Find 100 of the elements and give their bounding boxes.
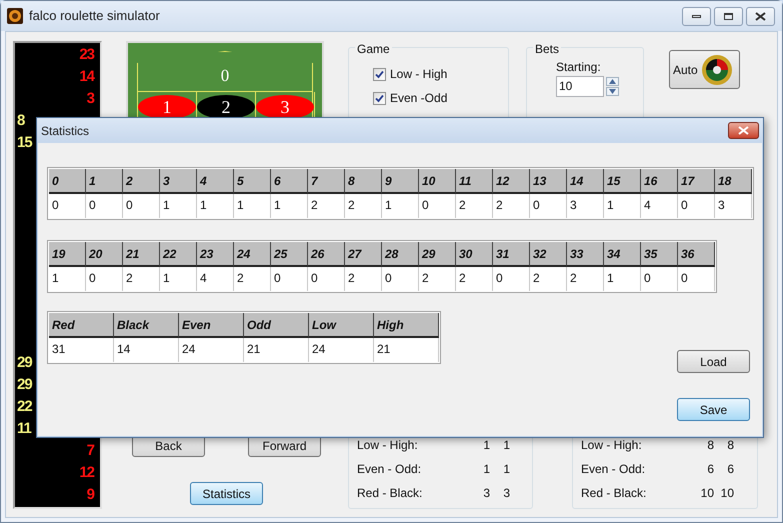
column-header: 5	[234, 169, 271, 194]
table-cell: 0	[308, 267, 345, 291]
column-header: 8	[345, 169, 382, 194]
history-number: 15	[17, 133, 32, 153]
table-cell: 1	[160, 267, 197, 291]
table-cell: 2	[493, 194, 530, 218]
maximize-button[interactable]	[714, 6, 743, 26]
table-cell: 1	[271, 194, 308, 218]
column-header: Black	[114, 313, 179, 338]
close-icon	[738, 126, 749, 135]
column-header: High	[374, 313, 439, 338]
table-cell: 2	[419, 267, 456, 291]
stat-label: Red - Black:	[581, 485, 648, 502]
column-header: 1	[86, 169, 123, 194]
column-header: 17	[678, 169, 715, 194]
zero-label: 0	[220, 64, 230, 87]
table-cell: 0	[86, 194, 123, 218]
column-header: 7	[308, 169, 345, 194]
column-header: Low	[309, 313, 374, 338]
close-icon	[755, 12, 766, 20]
spinner[interactable]	[606, 77, 619, 96]
column-header: 32	[530, 242, 567, 267]
history-number: 12	[79, 463, 94, 483]
table-cell: 3	[715, 194, 752, 218]
load-button[interactable]: Load	[677, 350, 750, 373]
column-header: 9	[382, 169, 419, 194]
history-number: 29	[17, 353, 32, 373]
stat-value: 10	[720, 485, 734, 502]
history-number: 29	[17, 375, 32, 395]
column-header: 12	[493, 169, 530, 194]
column-header: 18	[715, 169, 752, 194]
table-cell: 0	[530, 194, 567, 218]
column-header: 10	[419, 169, 456, 194]
auto-button[interactable]: Auto	[669, 50, 740, 89]
stat-label: Low - High:	[357, 437, 419, 454]
stat-label: Low - High:	[581, 437, 643, 454]
table-cell: 2	[530, 267, 567, 291]
column-header: Even	[179, 313, 244, 338]
stat-label: Red - Black:	[357, 485, 424, 502]
column-header: 29	[419, 242, 456, 267]
history-number: 7	[86, 441, 94, 461]
column-header: 36	[678, 242, 715, 267]
table-cell: 2	[345, 194, 382, 218]
stat-label: Even - Odd:	[357, 461, 422, 478]
roulette-wheel-icon	[700, 54, 733, 86]
stat-value: 1	[482, 461, 490, 478]
column-header: 23	[197, 242, 234, 267]
column-header: 35	[641, 242, 678, 267]
column-header: 20	[86, 242, 123, 267]
table-cell: 2	[456, 267, 493, 291]
table-cell: 2	[345, 267, 382, 291]
checkbox[interactable]	[373, 68, 386, 80]
column-header: 19	[49, 242, 86, 267]
history-number: 22	[17, 397, 32, 417]
dialog-title: Statistics	[41, 122, 90, 140]
column-header: Odd	[244, 313, 309, 338]
checkbox[interactable]	[373, 92, 386, 104]
close-button[interactable]	[746, 6, 775, 26]
minimize-button[interactable]	[682, 6, 711, 26]
column-header: 24	[234, 242, 271, 267]
stat-value: 6	[726, 461, 734, 478]
stat-value: 8	[726, 437, 734, 454]
starting-field[interactable]: 10	[556, 76, 604, 97]
column-header: 2	[123, 169, 160, 194]
table-cell: 1	[49, 267, 86, 291]
stat-label: Even - Odd:	[581, 461, 646, 478]
table-cell: 0	[419, 194, 456, 218]
close-button[interactable]	[728, 122, 759, 139]
table-cell: 4	[197, 267, 234, 291]
table-cell: 2	[456, 194, 493, 218]
column-header: 26	[308, 242, 345, 267]
save-button[interactable]: Save	[677, 398, 750, 421]
table-cell: 2	[123, 267, 160, 291]
history-number: 9	[86, 485, 94, 505]
checkbox-label: Low - High	[390, 66, 448, 83]
column-header: 30	[456, 242, 493, 267]
table-cell: 2	[567, 267, 604, 291]
column-header: 34	[604, 242, 641, 267]
table-cell: 0	[49, 194, 86, 218]
column-header: 31	[493, 242, 530, 267]
statistics-button[interactable]: Statistics	[190, 482, 263, 505]
history-number: 14	[79, 67, 94, 87]
column-header: 22	[160, 242, 197, 267]
column-header: 13	[530, 169, 567, 194]
number-oval: 3	[256, 95, 314, 119]
stat-value: 1	[502, 461, 510, 478]
table-cell: 1	[604, 267, 641, 291]
table-cell: 21	[244, 338, 309, 362]
table-cell: 0	[493, 267, 530, 291]
column-header: Red	[49, 313, 114, 338]
stat-value: 10	[700, 485, 714, 502]
column-header: 15	[604, 169, 641, 194]
stat-value: 3	[482, 485, 490, 502]
table-cell: 1	[234, 194, 271, 218]
table-cell: 21	[374, 338, 439, 362]
history-number: 8	[17, 111, 24, 131]
table-cell: 0	[271, 267, 308, 291]
column-header: 28	[382, 242, 419, 267]
stat-value: 1	[502, 437, 510, 454]
table-cell: 1	[382, 194, 419, 218]
